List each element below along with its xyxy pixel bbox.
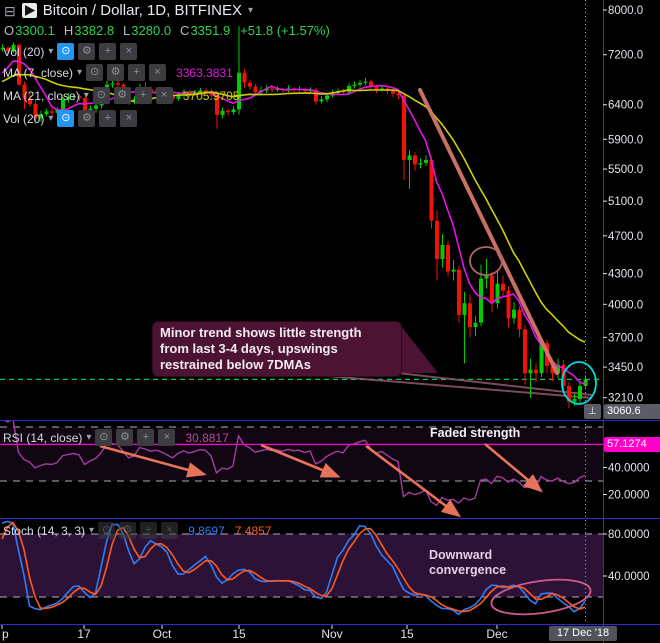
svg-text:40.0000: 40.0000 [608, 463, 650, 475]
eye-icon[interactable]: ⊙ [98, 522, 116, 539]
svg-text:3210.0: 3210.0 [608, 393, 643, 405]
close-icon[interactable]: × [155, 87, 173, 104]
plus-icon[interactable]: + [128, 64, 146, 81]
note-line: from last 3-4 days, upswings [160, 341, 338, 356]
indicator-label[interactable]: MA (21, close) [3, 89, 80, 103]
chevron-down-icon[interactable]: ▾ [248, 5, 253, 16]
close-icon[interactable]: × [161, 522, 179, 539]
svg-text:3700.0: 3700.0 [608, 332, 643, 344]
chart-title-bar: ⊟ Bitcoin / Dollar, 1D, BITFINEX ▾ [4, 2, 253, 19]
price-level-tag: 3060.6 [604, 404, 660, 419]
svg-text:4300.0: 4300.0 [608, 269, 643, 281]
svg-text:Nov: Nov [321, 627, 342, 641]
svg-text:40.0000: 40.0000 [608, 571, 650, 583]
indicator-legend-row: RSI (14, close) ▾ ⊙ ⚙ + × 30.8817 [3, 429, 229, 446]
indicator-label[interactable]: Vol (20) [3, 45, 44, 59]
eye-icon[interactable]: ⊙ [92, 87, 110, 104]
close-icon[interactable]: × [149, 64, 167, 81]
eye-icon[interactable]: ⊙ [86, 64, 104, 81]
ohlc-item: C3351.9 [180, 23, 231, 38]
rsi-value-tag: 57.1274 [604, 437, 660, 452]
chevron-down-icon[interactable]: ▾ [48, 46, 53, 57]
svg-text:20.0000: 20.0000 [608, 490, 650, 502]
ohlc-item: +51.8 (+1.57%) [240, 23, 330, 38]
svg-text:3450.0: 3450.0 [608, 362, 643, 374]
chevron-down-icon[interactable]: ▾ [48, 113, 53, 124]
gear-icon[interactable]: ⚙ [116, 429, 134, 446]
close-icon[interactable]: × [120, 110, 138, 127]
plus-icon[interactable]: + [99, 43, 117, 60]
svg-text:17: 17 [77, 627, 91, 641]
indicator-value: 9.8697 [188, 523, 225, 538]
ohlc-item: O3300.1 [4, 23, 55, 38]
svg-text:Oct: Oct [153, 627, 172, 641]
indicator-value: 3705.9705 [182, 88, 240, 103]
svg-text:7200.0: 7200.0 [608, 50, 643, 62]
plus-icon[interactable]: + [99, 110, 117, 127]
plus-icon[interactable]: + [140, 522, 158, 539]
svg-text:4000.0: 4000.0 [608, 299, 643, 311]
indicator-value: 3363.3831 [176, 65, 233, 80]
ohlc-item: H3382.8 [63, 23, 115, 38]
indicator-label[interactable]: RSI (14, close) [3, 431, 82, 445]
svg-text:15: 15 [400, 627, 414, 641]
indicator-value: 7.4857 [234, 523, 272, 538]
svg-text:5100.0: 5100.0 [608, 196, 643, 208]
stoch-annotation-label: Downward convergence [429, 548, 507, 577]
gear-icon[interactable]: ⚙ [113, 87, 131, 104]
analyst-note-callout[interactable]: Minor trend shows little strength from l… [152, 321, 402, 377]
trading-chart-app: 8000.0 7200.0 6400.0 5900.0 5500.0 5100.0 4700… [0, 0, 660, 643]
indicator-legend-row: Stoch (14, 3, 3) ▾ ⊙ ⚙ + × 9.8697 7.4857 [3, 522, 271, 539]
chevron-down-icon[interactable]: ▾ [86, 432, 91, 443]
svg-text:5900.0: 5900.0 [608, 134, 643, 146]
indicator-label[interactable]: Vol (20) [3, 112, 44, 126]
eye-icon[interactable]: ⊙ [95, 429, 113, 446]
svg-text:p: p [2, 627, 9, 641]
svg-text:80.0000: 80.0000 [608, 529, 650, 541]
indicator-legend-row: MA (7, close) ▾ ⊙ ⚙ + × 3363.3831 [3, 64, 233, 81]
collapse-panel-icon[interactable]: ⊟ [4, 4, 16, 18]
rsi-annotation-label: Faded strength [430, 426, 521, 440]
indicator-label[interactable]: Stoch (14, 3, 3) [3, 524, 85, 538]
eye-icon[interactable]: ⊙ [57, 43, 75, 60]
chevron-down-icon[interactable]: ▾ [89, 525, 94, 536]
indicator-value: 30.8817 [185, 430, 229, 445]
gear-icon[interactable]: ⚙ [107, 64, 125, 81]
indicator-legend-row: MA (21, close) ▾ ⊙ ⚙ + × 3705.9705 [3, 87, 239, 104]
svg-text:8000.0: 8000.0 [608, 5, 643, 17]
crosshair-date-tag: 17 Dec '18 [549, 626, 617, 641]
indicator-legend-row: Vol (20) ▾ ⊙ ⚙ + × [3, 43, 138, 60]
chevron-down-icon[interactable]: ▾ [84, 90, 89, 101]
gear-icon[interactable]: ⚙ [78, 110, 96, 127]
eye-icon[interactable]: ⊙ [57, 110, 75, 127]
chevron-down-icon[interactable]: ▾ [77, 67, 82, 78]
svg-text:15: 15 [232, 627, 246, 641]
plus-icon[interactable]: + [134, 87, 152, 104]
gear-icon[interactable]: ⚙ [119, 522, 137, 539]
close-icon[interactable]: × [158, 429, 176, 446]
scroll-to-realtime-button[interactable]: ⊥ [584, 404, 601, 419]
indicator-label[interactable]: MA (7, close) [3, 66, 73, 80]
ohlc-item: L3280.0 [123, 23, 172, 38]
svg-text:Dec: Dec [486, 627, 507, 641]
ohlc-readout: O3300.1 H3382.8 L3280.0 C3351.9 +51.8 (+1.57… [4, 23, 330, 38]
note-line: restrained below 7DMAs [160, 357, 311, 372]
note-line: Minor trend shows little strength [160, 325, 362, 340]
svg-text:4700.0: 4700.0 [608, 231, 643, 243]
instrument-logo-icon [21, 3, 37, 18]
close-icon[interactable]: × [120, 43, 138, 60]
svg-text:5500.0: 5500.0 [608, 164, 643, 176]
indicator-legend-row: Vol (20) ▾ ⊙ ⚙ + × [3, 110, 138, 127]
symbol-title[interactable]: Bitcoin / Dollar, 1D, BITFINEX [43, 2, 242, 19]
svg-text:6400.0: 6400.0 [608, 100, 643, 112]
gear-icon[interactable]: ⚙ [78, 43, 96, 60]
plus-icon[interactable]: + [137, 429, 155, 446]
